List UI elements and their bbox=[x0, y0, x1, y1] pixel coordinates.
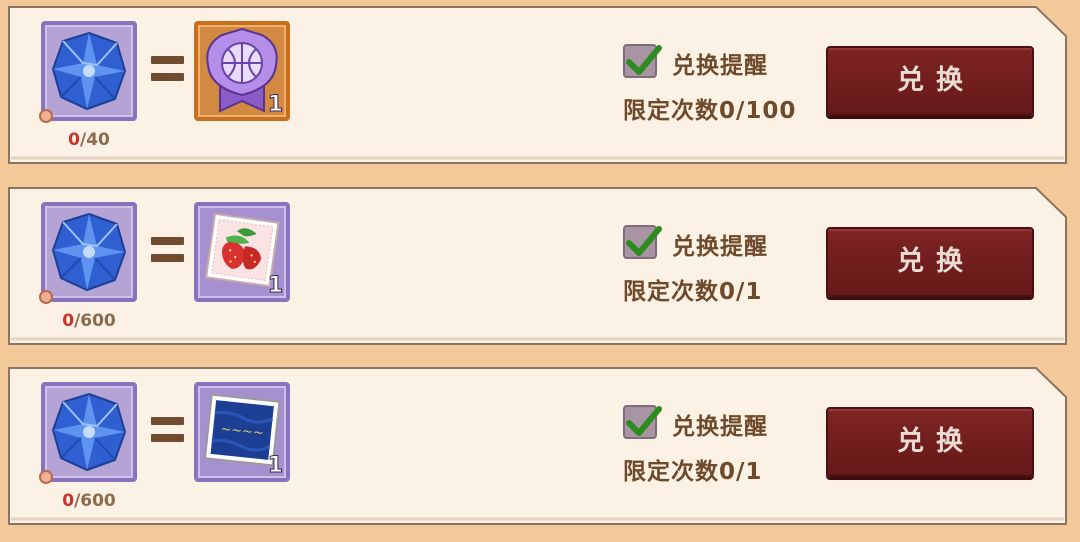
cost-count-total: /600 bbox=[74, 311, 116, 331]
timer-icon bbox=[39, 109, 53, 123]
reward-quantity: 1 bbox=[267, 92, 283, 118]
cost-count-total: /600 bbox=[74, 491, 116, 511]
cost-count: 0/40 bbox=[41, 130, 137, 150]
blue-crystal-icon bbox=[51, 31, 127, 111]
remind-checkbox[interactable] bbox=[623, 225, 662, 259]
reward-quantity: 1 bbox=[267, 273, 283, 299]
exchange-button[interactable]: 兑换 bbox=[826, 407, 1034, 477]
cost-count: 0/600 bbox=[41, 311, 137, 331]
check-icon bbox=[626, 45, 662, 75]
remind-checkbox[interactable] bbox=[623, 405, 662, 439]
cost-count-total: /40 bbox=[79, 130, 110, 150]
blue-crystal-icon bbox=[51, 392, 127, 472]
cost-item-slot[interactable] bbox=[39, 21, 137, 123]
cost-count-current: 0 bbox=[62, 491, 75, 511]
reward-item-slot[interactable]: 1 bbox=[194, 21, 290, 121]
remind-label: 兑换提醒 bbox=[672, 53, 768, 79]
timer-icon bbox=[39, 290, 53, 304]
remind-checkbox[interactable] bbox=[623, 44, 662, 78]
exchange-button[interactable]: 兑换 bbox=[826, 46, 1034, 116]
exchange-row: 1 0/600 兑换提醒 限定次数0/1 兑换 bbox=[8, 187, 1068, 345]
check-icon bbox=[626, 406, 662, 436]
remind-label: 兑换提醒 bbox=[672, 414, 768, 440]
reward-quantity: 1 bbox=[267, 453, 283, 479]
limit-label: 限定次数0/1 bbox=[623, 279, 763, 305]
exchange-row: ~~~~ 1 0/600 兑换提醒 限定次数0/1 兑换 bbox=[8, 367, 1068, 525]
equals-icon bbox=[151, 237, 184, 262]
cost-item-slot[interactable] bbox=[39, 382, 137, 484]
timer-icon bbox=[39, 470, 53, 484]
reward-item-slot[interactable]: 1 bbox=[194, 202, 290, 302]
cost-count-current: 0 bbox=[68, 130, 80, 150]
cost-count-current: 0 bbox=[62, 311, 75, 331]
equals-icon bbox=[151, 417, 184, 442]
limit-label: 限定次数0/1 bbox=[623, 459, 763, 485]
cost-item-slot[interactable] bbox=[39, 202, 137, 304]
check-icon bbox=[626, 226, 662, 256]
cost-count: 0/600 bbox=[41, 491, 137, 511]
equals-icon bbox=[151, 56, 184, 81]
exchange-row: 1 0/40 兑换提醒 限定次数0/100 兑换 bbox=[8, 6, 1068, 164]
exchange-button[interactable]: 兑换 bbox=[826, 227, 1034, 297]
reward-item-slot[interactable]: ~~~~ 1 bbox=[194, 382, 290, 482]
blue-crystal-icon bbox=[51, 212, 127, 292]
limit-label: 限定次数0/100 bbox=[623, 98, 797, 124]
remind-label: 兑换提醒 bbox=[672, 234, 768, 260]
